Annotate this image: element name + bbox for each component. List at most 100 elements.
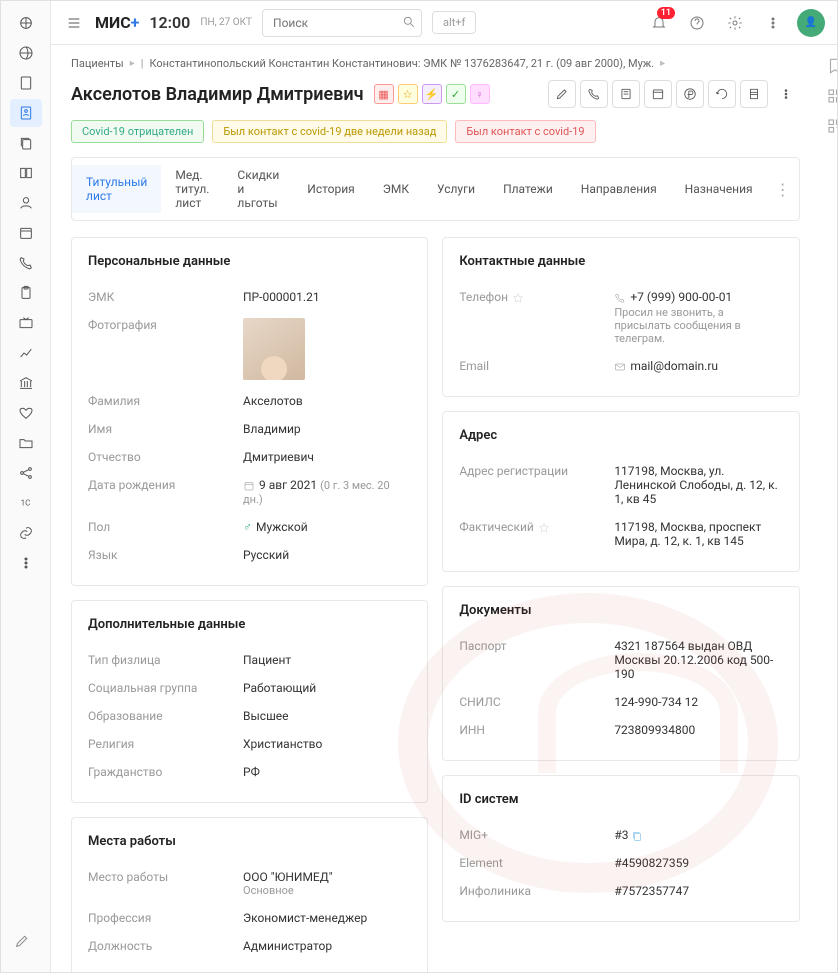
tabs-more[interactable]: ⋮ xyxy=(767,180,799,199)
tab-referrals[interactable]: Направления xyxy=(567,172,671,206)
breadcrumb-patient[interactable]: Константинопольский Константин Константи… xyxy=(149,57,654,70)
copy-icon[interactable] xyxy=(10,129,42,157)
badge-check[interactable]: ✓ xyxy=(446,84,466,104)
bank-icon[interactable] xyxy=(10,369,42,397)
clock-date: пн, 27 окт xyxy=(200,17,252,28)
lang-label: Язык xyxy=(88,548,243,562)
edit-button[interactable] xyxy=(548,80,576,108)
phone-icon[interactable] xyxy=(10,249,42,277)
badge-red[interactable]: ▦ xyxy=(374,84,394,104)
address-title: Адрес xyxy=(459,428,782,443)
mail-icon xyxy=(614,361,626,373)
fact-value: 117198, Москва, проспект Мира, д. 12, к.… xyxy=(614,520,782,548)
tab-emk[interactable]: ЭМК xyxy=(369,172,423,206)
hamburger-icon[interactable] xyxy=(63,9,85,37)
dob-value: 9 авг 2021 (0 г. 3 мес. 20 дн.) xyxy=(243,478,411,506)
badge-award[interactable]: ♀ xyxy=(470,84,490,104)
reload-button[interactable] xyxy=(708,80,736,108)
tab-assignments[interactable]: Назначения xyxy=(671,172,767,206)
more-icon[interactable] xyxy=(10,549,42,577)
fact-label: Фактический xyxy=(459,520,614,548)
edu-label: Образование xyxy=(88,709,243,723)
star-icon xyxy=(538,522,550,534)
firstname-label: Имя xyxy=(88,422,243,436)
call-button[interactable] xyxy=(580,80,608,108)
settings-icon[interactable] xyxy=(721,9,749,37)
tab-title[interactable]: Титульный лист xyxy=(72,165,161,213)
firstname-value: Владимир xyxy=(243,422,411,436)
badge-bolt[interactable]: ⚡ xyxy=(422,84,442,104)
breadcrumb-patients[interactable]: Пациенты xyxy=(71,57,124,70)
qr-icon[interactable] xyxy=(826,117,837,137)
app-logo: МИС+ xyxy=(95,13,139,32)
emk-label: ЭМК xyxy=(88,290,243,304)
info-value: #7572357747 xyxy=(614,884,782,898)
help-icon[interactable] xyxy=(683,9,711,37)
top-bar: МИС+ 12:00 пн, 27 окт alt+f 11 👤 xyxy=(51,1,837,45)
ruble-button[interactable] xyxy=(676,80,704,108)
lastname-value: Акселотов xyxy=(243,394,411,408)
edit-pencil-icon[interactable] xyxy=(14,933,36,955)
personal-title: Персональные данные xyxy=(88,254,411,269)
search-input[interactable] xyxy=(262,9,422,37)
user-icon[interactable] xyxy=(10,189,42,217)
type-label: Тип физлица xyxy=(88,653,243,667)
more-button[interactable] xyxy=(772,80,800,108)
workplace-value: ООО "ЮНИМЕД"Основное xyxy=(243,870,411,897)
tab-payments[interactable]: Платежи xyxy=(489,172,567,206)
social-value: Работающий xyxy=(243,681,411,695)
profile-icon[interactable] xyxy=(10,99,42,127)
phone-value: +7 (999) 900-00-01Просил не звонить, а п… xyxy=(614,290,782,345)
svg-text:1C: 1C xyxy=(20,499,30,508)
pos-label: Должность xyxy=(88,939,243,953)
calendar-button[interactable] xyxy=(644,80,672,108)
print-button[interactable] xyxy=(740,80,768,108)
copy-small-icon[interactable] xyxy=(631,830,643,842)
file-icon[interactable] xyxy=(10,69,42,97)
tv-icon[interactable] xyxy=(10,309,42,337)
tab-services[interactable]: Услуги xyxy=(423,172,489,206)
covid-negative-tag: Covid-19 отрицателен xyxy=(71,120,204,143)
photo-value xyxy=(243,318,305,380)
reg-label: Адрес регистрации xyxy=(459,464,614,506)
reg-value: 117198, Москва, ул. Ленинской Слободы, д… xyxy=(614,464,782,506)
contact-card: Контактные данные Телефон+7 (999) 900-00… xyxy=(442,237,799,397)
grid-icon[interactable] xyxy=(826,87,837,107)
folder-icon[interactable] xyxy=(10,429,42,457)
clock-time: 12:00 xyxy=(149,13,190,32)
star-icon xyxy=(512,292,524,304)
menu-icon[interactable] xyxy=(10,9,42,37)
share-icon[interactable] xyxy=(10,459,42,487)
email-label: Email xyxy=(459,359,614,373)
work-title: Места работы xyxy=(88,834,411,849)
ids-title: ID систем xyxy=(459,792,782,807)
midname-label: Отчество xyxy=(88,450,243,464)
religion-label: Религия xyxy=(88,737,243,751)
docs-title: Документы xyxy=(459,603,782,618)
type-value: Пациент xyxy=(243,653,411,667)
link-icon[interactable] xyxy=(10,519,42,547)
heart-icon[interactable] xyxy=(10,399,42,427)
address-card: Адрес Адрес регистрации117198, Москва, у… xyxy=(442,411,799,572)
passport-label: Паспорт xyxy=(459,639,614,681)
book-icon[interactable] xyxy=(10,159,42,187)
tab-discounts[interactable]: Скидки и льготы xyxy=(223,158,293,220)
badge-star[interactable]: ☆ xyxy=(398,84,418,104)
chart-icon[interactable] xyxy=(10,339,42,367)
user-avatar[interactable]: 👤 xyxy=(797,9,825,37)
left-sidebar: 1C xyxy=(1,1,51,972)
tab-history[interactable]: История xyxy=(293,172,368,206)
doc-button[interactable] xyxy=(612,80,640,108)
bell-icon[interactable]: 11 xyxy=(645,9,673,37)
covid-contact-tag: Был контакт с covid-19 xyxy=(455,120,595,143)
bookmark-icon[interactable] xyxy=(826,57,837,77)
globe-icon[interactable] xyxy=(10,39,42,67)
sex-value: ♂Мужской xyxy=(243,520,411,534)
tab-medtitle[interactable]: Мед. титул. лист xyxy=(161,158,223,220)
menu-dots-icon[interactable] xyxy=(759,9,787,37)
1c-icon[interactable]: 1C xyxy=(10,489,42,517)
page-title: Акселотов Владимир Дмитриевич xyxy=(71,84,364,105)
calendar-icon[interactable] xyxy=(10,219,42,247)
clipboard-icon[interactable] xyxy=(10,279,42,307)
element-label: Element xyxy=(459,856,614,870)
